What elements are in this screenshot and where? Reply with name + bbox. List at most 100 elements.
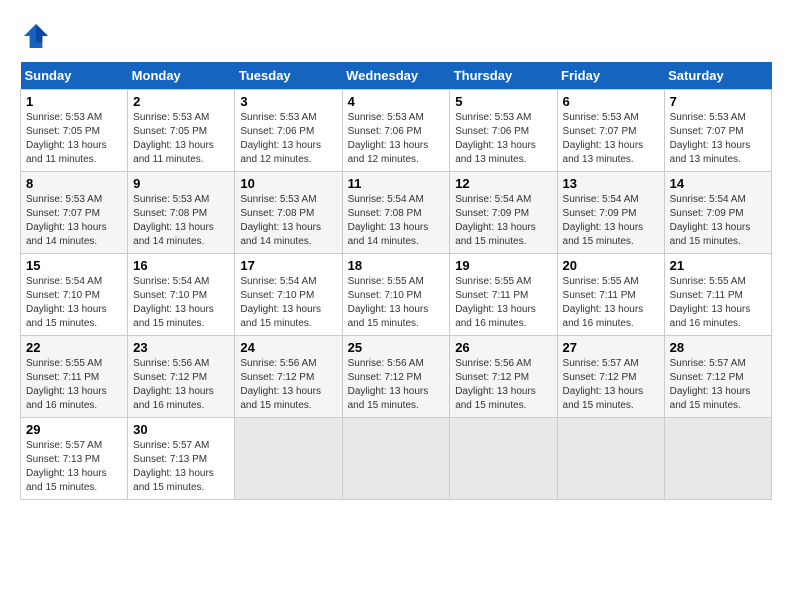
day-number: 22 <box>26 340 122 355</box>
calendar-cell <box>557 418 664 500</box>
day-number: 24 <box>240 340 336 355</box>
calendar-cell: 15 Sunrise: 5:54 AMSunset: 7:10 PMDaylig… <box>21 254 128 336</box>
calendar-cell: 11 Sunrise: 5:54 AMSunset: 7:08 PMDaylig… <box>342 172 450 254</box>
day-number: 20 <box>563 258 659 273</box>
day-info: Sunrise: 5:54 AMSunset: 7:08 PMDaylight:… <box>348 194 429 247</box>
header-friday: Friday <box>557 62 664 90</box>
day-number: 12 <box>455 176 551 191</box>
day-info: Sunrise: 5:57 AMSunset: 7:13 PMDaylight:… <box>26 440 107 493</box>
calendar-table: SundayMondayTuesdayWednesdayThursdayFrid… <box>20 62 772 500</box>
calendar-cell: 2 Sunrise: 5:53 AMSunset: 7:05 PMDayligh… <box>128 90 235 172</box>
calendar-cell: 10 Sunrise: 5:53 AMSunset: 7:08 PMDaylig… <box>235 172 342 254</box>
day-number: 13 <box>563 176 659 191</box>
calendar-cell: 23 Sunrise: 5:56 AMSunset: 7:12 PMDaylig… <box>128 336 235 418</box>
calendar-cell: 14 Sunrise: 5:54 AMSunset: 7:09 PMDaylig… <box>664 172 771 254</box>
calendar-cell: 16 Sunrise: 5:54 AMSunset: 7:10 PMDaylig… <box>128 254 235 336</box>
calendar-cell: 28 Sunrise: 5:57 AMSunset: 7:12 PMDaylig… <box>664 336 771 418</box>
calendar-cell: 25 Sunrise: 5:56 AMSunset: 7:12 PMDaylig… <box>342 336 450 418</box>
day-info: Sunrise: 5:53 AMSunset: 7:07 PMDaylight:… <box>563 112 644 165</box>
day-number: 10 <box>240 176 336 191</box>
day-number: 15 <box>26 258 122 273</box>
header-wednesday: Wednesday <box>342 62 450 90</box>
day-number: 21 <box>670 258 766 273</box>
calendar-cell: 17 Sunrise: 5:54 AMSunset: 7:10 PMDaylig… <box>235 254 342 336</box>
day-number: 29 <box>26 422 122 437</box>
day-number: 2 <box>133 94 229 109</box>
day-info: Sunrise: 5:55 AMSunset: 7:10 PMDaylight:… <box>348 276 429 329</box>
day-info: Sunrise: 5:53 AMSunset: 7:08 PMDaylight:… <box>240 194 321 247</box>
day-info: Sunrise: 5:54 AMSunset: 7:10 PMDaylight:… <box>240 276 321 329</box>
day-number: 1 <box>26 94 122 109</box>
header-thursday: Thursday <box>450 62 557 90</box>
day-info: Sunrise: 5:54 AMSunset: 7:09 PMDaylight:… <box>563 194 644 247</box>
calendar-header-row: SundayMondayTuesdayWednesdayThursdayFrid… <box>21 62 772 90</box>
day-info: Sunrise: 5:56 AMSunset: 7:12 PMDaylight:… <box>133 358 214 411</box>
day-number: 8 <box>26 176 122 191</box>
calendar-cell: 26 Sunrise: 5:56 AMSunset: 7:12 PMDaylig… <box>450 336 557 418</box>
calendar-cell <box>450 418 557 500</box>
week-row-5: 29 Sunrise: 5:57 AMSunset: 7:13 PMDaylig… <box>21 418 772 500</box>
calendar-cell: 5 Sunrise: 5:53 AMSunset: 7:06 PMDayligh… <box>450 90 557 172</box>
day-info: Sunrise: 5:56 AMSunset: 7:12 PMDaylight:… <box>240 358 321 411</box>
day-info: Sunrise: 5:54 AMSunset: 7:09 PMDaylight:… <box>670 194 751 247</box>
day-number: 3 <box>240 94 336 109</box>
day-number: 16 <box>133 258 229 273</box>
day-info: Sunrise: 5:57 AMSunset: 7:12 PMDaylight:… <box>670 358 751 411</box>
calendar-cell: 6 Sunrise: 5:53 AMSunset: 7:07 PMDayligh… <box>557 90 664 172</box>
day-number: 14 <box>670 176 766 191</box>
week-row-3: 15 Sunrise: 5:54 AMSunset: 7:10 PMDaylig… <box>21 254 772 336</box>
day-number: 4 <box>348 94 445 109</box>
calendar-cell: 18 Sunrise: 5:55 AMSunset: 7:10 PMDaylig… <box>342 254 450 336</box>
day-info: Sunrise: 5:55 AMSunset: 7:11 PMDaylight:… <box>670 276 751 329</box>
calendar-cell: 9 Sunrise: 5:53 AMSunset: 7:08 PMDayligh… <box>128 172 235 254</box>
logo <box>20 20 56 52</box>
day-info: Sunrise: 5:56 AMSunset: 7:12 PMDaylight:… <box>348 358 429 411</box>
header-monday: Monday <box>128 62 235 90</box>
week-row-4: 22 Sunrise: 5:55 AMSunset: 7:11 PMDaylig… <box>21 336 772 418</box>
logo-icon <box>20 20 52 52</box>
calendar-cell: 20 Sunrise: 5:55 AMSunset: 7:11 PMDaylig… <box>557 254 664 336</box>
day-number: 27 <box>563 340 659 355</box>
day-info: Sunrise: 5:55 AMSunset: 7:11 PMDaylight:… <box>563 276 644 329</box>
day-number: 23 <box>133 340 229 355</box>
calendar-cell: 8 Sunrise: 5:53 AMSunset: 7:07 PMDayligh… <box>21 172 128 254</box>
day-info: Sunrise: 5:57 AMSunset: 7:13 PMDaylight:… <box>133 440 214 493</box>
day-info: Sunrise: 5:55 AMSunset: 7:11 PMDaylight:… <box>26 358 107 411</box>
day-info: Sunrise: 5:57 AMSunset: 7:12 PMDaylight:… <box>563 358 644 411</box>
week-row-2: 8 Sunrise: 5:53 AMSunset: 7:07 PMDayligh… <box>21 172 772 254</box>
day-info: Sunrise: 5:53 AMSunset: 7:06 PMDaylight:… <box>455 112 536 165</box>
day-info: Sunrise: 5:53 AMSunset: 7:05 PMDaylight:… <box>26 112 107 165</box>
day-info: Sunrise: 5:54 AMSunset: 7:10 PMDaylight:… <box>26 276 107 329</box>
day-info: Sunrise: 5:54 AMSunset: 7:10 PMDaylight:… <box>133 276 214 329</box>
day-number: 6 <box>563 94 659 109</box>
calendar-cell: 30 Sunrise: 5:57 AMSunset: 7:13 PMDaylig… <box>128 418 235 500</box>
day-info: Sunrise: 5:53 AMSunset: 7:06 PMDaylight:… <box>348 112 429 165</box>
calendar-cell: 21 Sunrise: 5:55 AMSunset: 7:11 PMDaylig… <box>664 254 771 336</box>
calendar-cell: 27 Sunrise: 5:57 AMSunset: 7:12 PMDaylig… <box>557 336 664 418</box>
day-number: 7 <box>670 94 766 109</box>
calendar-cell <box>664 418 771 500</box>
page-header <box>20 20 772 52</box>
day-number: 5 <box>455 94 551 109</box>
calendar-cell: 3 Sunrise: 5:53 AMSunset: 7:06 PMDayligh… <box>235 90 342 172</box>
day-info: Sunrise: 5:56 AMSunset: 7:12 PMDaylight:… <box>455 358 536 411</box>
day-info: Sunrise: 5:55 AMSunset: 7:11 PMDaylight:… <box>455 276 536 329</box>
header-sunday: Sunday <box>21 62 128 90</box>
day-number: 11 <box>348 176 445 191</box>
calendar-cell: 4 Sunrise: 5:53 AMSunset: 7:06 PMDayligh… <box>342 90 450 172</box>
calendar-cell: 13 Sunrise: 5:54 AMSunset: 7:09 PMDaylig… <box>557 172 664 254</box>
calendar-cell: 29 Sunrise: 5:57 AMSunset: 7:13 PMDaylig… <box>21 418 128 500</box>
calendar-cell: 24 Sunrise: 5:56 AMSunset: 7:12 PMDaylig… <box>235 336 342 418</box>
day-info: Sunrise: 5:53 AMSunset: 7:07 PMDaylight:… <box>670 112 751 165</box>
header-saturday: Saturday <box>664 62 771 90</box>
day-number: 19 <box>455 258 551 273</box>
day-number: 17 <box>240 258 336 273</box>
day-number: 26 <box>455 340 551 355</box>
calendar-cell: 12 Sunrise: 5:54 AMSunset: 7:09 PMDaylig… <box>450 172 557 254</box>
header-tuesday: Tuesday <box>235 62 342 90</box>
calendar-cell: 22 Sunrise: 5:55 AMSunset: 7:11 PMDaylig… <box>21 336 128 418</box>
day-number: 30 <box>133 422 229 437</box>
day-number: 18 <box>348 258 445 273</box>
calendar-cell <box>235 418 342 500</box>
day-info: Sunrise: 5:54 AMSunset: 7:09 PMDaylight:… <box>455 194 536 247</box>
